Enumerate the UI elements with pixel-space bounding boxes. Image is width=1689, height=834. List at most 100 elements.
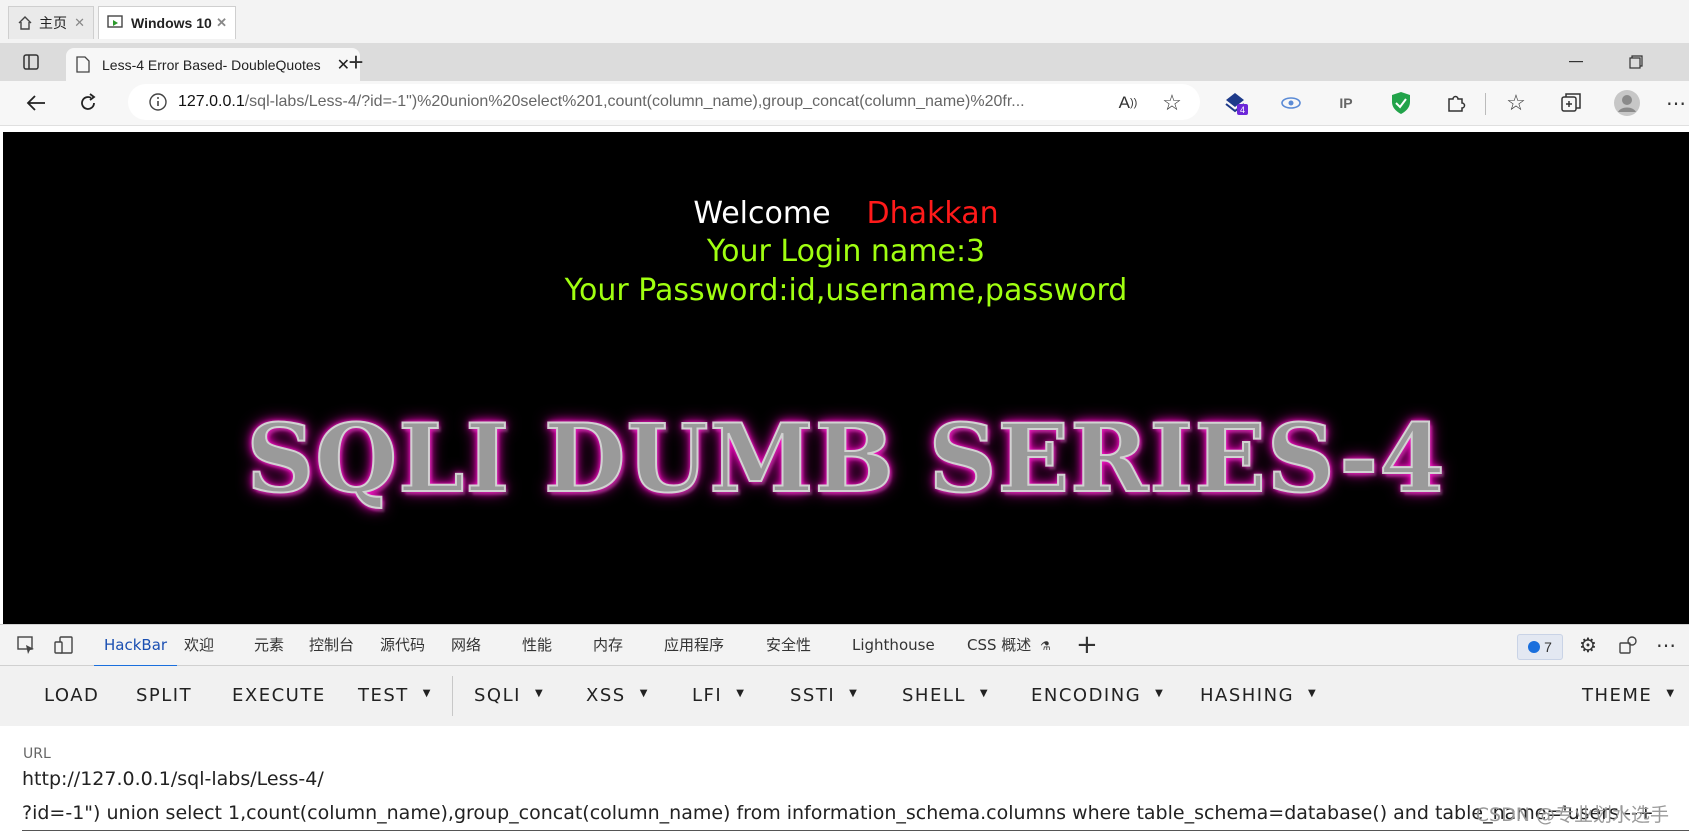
url-field-underline [22, 830, 1689, 831]
shell-label: SHELL [902, 685, 966, 706]
tab-hackbar[interactable]: HackBar [94, 625, 178, 667]
device-emulation-icon[interactable] [48, 629, 80, 661]
welcome-name: Dhakkan [866, 196, 999, 231]
devtools-tab-bar: HackBar 欢迎 元素 控制台 源代码 网络 性能 内存 应用程序 安全性 … [0, 624, 1689, 667]
tab-welcome[interactable]: 欢迎 [184, 625, 214, 665]
caret-down-icon: ▼ [1155, 688, 1165, 699]
welcome-text: Welcome [693, 196, 831, 231]
toolbar-divider [1485, 93, 1486, 115]
eye-extension-icon[interactable] [1275, 87, 1307, 119]
address-bar-row: 127.0.0.1/sql-labs/Less-4/?id=-1")%20uni… [0, 81, 1689, 126]
tab-css-overview-label: CSS 概述 [967, 636, 1032, 654]
caret-down-icon: ▼ [1308, 688, 1318, 699]
welcome-line: Welcome Dhakkan [3, 196, 1689, 231]
url-line-1[interactable]: http://127.0.0.1/sql-labs/Less-4/ [22, 768, 324, 790]
site-info-icon[interactable] [148, 92, 168, 112]
tab-security[interactable]: 安全性 [766, 625, 811, 665]
url-line-2[interactable]: ?id=-1") union select 1,count(column_nam… [22, 802, 1654, 824]
issues-count: 7 [1544, 639, 1552, 655]
extensions-puzzle-icon[interactable] [1440, 87, 1472, 119]
hackbar-url-field[interactable]: URL http://127.0.0.1/sql-labs/Less-4/ ?i… [0, 726, 1689, 834]
xss-dropdown[interactable]: XSS ▼ [586, 666, 649, 726]
close-icon[interactable]: ✕ [216, 15, 227, 31]
extension-badge: 4 [1240, 105, 1245, 115]
restore-button[interactable] [1620, 46, 1652, 78]
close-icon[interactable]: ✕ [74, 15, 85, 31]
page-viewport: Welcome Dhakkan Your Login name:3 Your Pa… [3, 132, 1689, 624]
host-tab-windows10-label: Windows 10 [131, 15, 212, 31]
inspect-element-icon[interactable] [10, 629, 42, 661]
sqli-label: SQLI [474, 685, 521, 706]
execute-button[interactable]: EXECUTE [232, 666, 326, 726]
caret-down-icon: ▼ [534, 688, 545, 699]
lfi-dropdown[interactable]: LFI ▼ [692, 666, 745, 726]
caret-down-icon: ▼ [849, 688, 859, 699]
settings-gear-icon[interactable]: ⚙ [1572, 629, 1604, 661]
ssti-dropdown[interactable]: SSTI ▼ [790, 666, 858, 726]
lfi-label: LFI [692, 685, 723, 706]
devtools-more-icon[interactable]: ⋯ [1650, 629, 1682, 661]
more-menu-icon[interactable]: ⋯ [1660, 87, 1689, 119]
tab-css-overview[interactable]: CSS 概述 ⚗ [967, 625, 1051, 665]
hashing-label: HASHING [1200, 685, 1295, 706]
shield-icon[interactable] [1385, 87, 1417, 119]
flask-icon: ⚗ [1040, 639, 1051, 653]
read-aloud-icon[interactable]: A)) [1112, 87, 1144, 119]
url-field-label: URL [23, 746, 51, 762]
browser-tab-active[interactable]: Less-4 Error Based- DoubleQuotes ✕ [66, 48, 360, 81]
host-tab-home-label: 主页 [39, 15, 67, 31]
caret-down-icon: ▼ [1666, 688, 1676, 699]
hashing-dropdown[interactable]: HASHING ▼ [1200, 666, 1317, 726]
caret-down-icon: ▼ [422, 688, 432, 699]
url-path: /sql-labs/Less-4/?id=-1")%20union%20sele… [244, 93, 1025, 110]
caret-down-icon: ▼ [639, 688, 649, 699]
collections-icon[interactable] [1555, 87, 1587, 119]
test-dropdown[interactable]: TEST ▼ [358, 666, 432, 726]
tab-console[interactable]: 控制台 [309, 625, 354, 665]
login-name-line: Your Login name:3 [706, 234, 986, 269]
caret-down-icon: ▼ [979, 688, 990, 699]
issues-badge[interactable]: 7 [1517, 634, 1563, 660]
tab-network[interactable]: 网络 [451, 625, 481, 665]
customize-devtools-icon[interactable] [1612, 629, 1644, 661]
favorites-icon[interactable]: ☆ [1500, 87, 1532, 119]
theme-dropdown[interactable]: THEME ▼ [1582, 666, 1676, 726]
tab-application[interactable]: 应用程序 [664, 625, 724, 665]
host-tab-windows10[interactable]: Windows 10 ✕ [98, 6, 236, 39]
tab-performance[interactable]: 性能 [522, 625, 552, 665]
host-tab-home[interactable]: 主页 ✕ [8, 6, 94, 39]
hackbar-toolbar: LOAD SPLIT EXECUTE TEST ▼ SQLI ▼ XSS ▼ LFI ▼… [0, 666, 1689, 726]
split-button[interactable]: SPLIT [136, 666, 192, 726]
page-icon [76, 56, 90, 73]
tab-sources[interactable]: 源代码 [380, 625, 425, 665]
password-line: Your Password:id,username,password [564, 273, 1128, 308]
add-favorite-icon[interactable]: ☆ [1156, 87, 1188, 119]
shell-dropdown[interactable]: SHELL ▼ [902, 666, 989, 726]
issues-icon [1528, 641, 1541, 653]
sqli-dropdown[interactable]: SQLI ▼ [474, 666, 544, 726]
caret-down-icon: ▼ [736, 688, 746, 699]
browser-tab-row: Less-4 Error Based- DoubleQuotes ✕ + [0, 43, 1689, 81]
test-label: TEST [358, 685, 409, 706]
tab-elements[interactable]: 元素 [254, 625, 284, 665]
tab-lighthouse[interactable]: Lighthouse [852, 625, 935, 665]
back-icon[interactable] [20, 87, 52, 119]
refresh-icon[interactable] [72, 87, 104, 119]
vm-icon [107, 15, 125, 31]
tab-actions-icon[interactable] [15, 46, 47, 78]
series-banner-title: SQLI DUMB SERIES-4 [245, 403, 1446, 515]
address-bar[interactable]: 127.0.0.1/sql-labs/Less-4/?id=-1")%20uni… [128, 84, 1200, 120]
profile-avatar[interactable] [1611, 87, 1643, 119]
csdn-watermark: CSDN @专业划水选手 [1475, 804, 1669, 826]
load-button[interactable]: LOAD [44, 666, 99, 726]
ip-extension-icon[interactable]: IP [1330, 87, 1362, 119]
host-tab-strip: 主页 ✕ Windows 10 ✕ [0, 0, 1689, 44]
new-tab-button[interactable]: + [340, 46, 372, 78]
ssti-label: SSTI [790, 685, 836, 706]
extension-icon[interactable]: 4 [1220, 87, 1252, 119]
minimize-button[interactable] [1560, 46, 1592, 78]
encoding-dropdown[interactable]: ENCODING ▼ [1031, 666, 1164, 726]
more-tabs-plus-icon[interactable]: + [1076, 625, 1098, 665]
tab-memory[interactable]: 内存 [593, 625, 623, 665]
home-icon [17, 15, 33, 31]
